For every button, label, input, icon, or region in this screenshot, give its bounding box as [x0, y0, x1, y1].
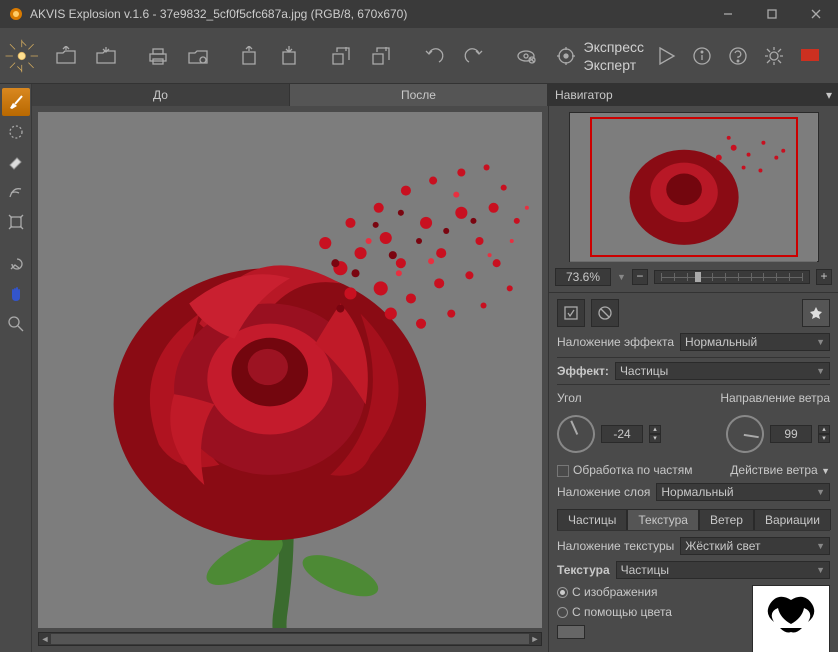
- texture-from-color-radio[interactable]: С помощью цвета: [557, 605, 744, 619]
- scrollbar-thumb[interactable]: [51, 634, 529, 644]
- top-toolbar: Экспресс Эксперт: [0, 28, 838, 84]
- open-button[interactable]: [48, 40, 84, 72]
- horizontal-scrollbar[interactable]: ◄ ►: [38, 632, 542, 646]
- spark-icon: [4, 32, 40, 80]
- print-button[interactable]: [140, 40, 176, 72]
- wind-action-label[interactable]: Действие ветра ▼: [730, 463, 830, 477]
- transform-tool[interactable]: [2, 208, 30, 236]
- panel-menu-icon[interactable]: ▾: [826, 88, 832, 102]
- texture-thumbnail[interactable]: [752, 585, 830, 652]
- batch-export-button[interactable]: [364, 40, 400, 72]
- scroll-left-arrow[interactable]: ◄: [39, 633, 51, 645]
- zoom-slider[interactable]: [654, 270, 810, 284]
- zoom-tool[interactable]: [2, 310, 30, 338]
- minimize-button[interactable]: [706, 0, 750, 28]
- zoom-value[interactable]: 73.6%: [555, 268, 611, 286]
- redo-button[interactable]: [456, 40, 492, 72]
- texture-overlay-label: Наложение текстуры: [557, 539, 674, 553]
- help-button[interactable]: [724, 42, 752, 70]
- save-button[interactable]: [88, 40, 124, 72]
- zoom-dropdown-icon[interactable]: ▼: [617, 272, 626, 282]
- scroll-right-arrow[interactable]: ►: [529, 633, 541, 645]
- maximize-button[interactable]: [750, 0, 794, 28]
- texture-color-swatch[interactable]: [557, 625, 585, 639]
- auto-settings-button[interactable]: [548, 40, 584, 72]
- tab-after[interactable]: После: [290, 84, 548, 106]
- effect-label: Эффект:: [557, 364, 609, 378]
- zoom-out-button[interactable]: −: [632, 269, 648, 285]
- navigator-viewport-frame[interactable]: [590, 117, 798, 257]
- partial-checkbox[interactable]: Обработка по частям: [557, 463, 693, 477]
- texture-label: Текстура: [557, 563, 610, 577]
- wind-dial[interactable]: [723, 412, 766, 455]
- run-button[interactable]: [652, 42, 680, 70]
- overlay-dropdown[interactable]: Нормальный▼: [680, 333, 830, 351]
- wind-up[interactable]: ▴: [818, 425, 830, 434]
- import-preset-button[interactable]: [232, 40, 268, 72]
- notifications-button[interactable]: [796, 42, 824, 70]
- before-after-tabs: До После: [32, 84, 548, 106]
- export-preset-button[interactable]: [272, 40, 308, 72]
- window-title: AKVIS Explosion v.1.6 - 37e9832_5cf0f5cf…: [30, 7, 706, 21]
- smudge-tool[interactable]: [2, 178, 30, 206]
- settings-subtabs: Частицы Текстура Ветер Вариации: [557, 509, 830, 531]
- left-toolbar: [0, 84, 32, 652]
- close-button[interactable]: [794, 0, 838, 28]
- texture-from-image-radio[interactable]: С изображения: [557, 585, 744, 599]
- undo-button[interactable]: [416, 40, 452, 72]
- eraser-tool[interactable]: [2, 148, 30, 176]
- texture-overlay-dropdown[interactable]: Жёсткий свет▼: [680, 537, 830, 555]
- presets-button[interactable]: [557, 299, 585, 327]
- canvas-image: [38, 112, 542, 628]
- batch-import-button[interactable]: [324, 40, 360, 72]
- navigator-panel-header: Навигатор ▾: [549, 84, 838, 106]
- export-button[interactable]: [180, 40, 216, 72]
- selection-tool[interactable]: [2, 118, 30, 146]
- brush-tool[interactable]: [2, 88, 30, 116]
- layer-blend-dropdown[interactable]: Нормальный▼: [656, 483, 830, 501]
- angle-value[interactable]: -24: [601, 425, 643, 443]
- angle-down[interactable]: ▾: [649, 434, 661, 443]
- subtab-wind[interactable]: Ветер: [699, 509, 754, 530]
- overlay-label: Наложение эффекта: [557, 335, 674, 349]
- wind-down[interactable]: ▾: [818, 434, 830, 443]
- angle-dial[interactable]: [551, 409, 601, 459]
- app-icon: [8, 6, 24, 22]
- angle-label: Угол: [557, 391, 582, 405]
- reset-button[interactable]: [591, 299, 619, 327]
- navigator-title: Навигатор: [555, 88, 613, 102]
- zoom-in-button[interactable]: +: [816, 269, 832, 285]
- preview-settings-button[interactable]: [508, 40, 544, 72]
- subtab-particles[interactable]: Частицы: [557, 509, 627, 530]
- mode-express[interactable]: Экспресс: [584, 39, 645, 55]
- tab-before[interactable]: До: [32, 84, 290, 106]
- random-button[interactable]: [802, 299, 830, 327]
- texture-dropdown[interactable]: Частицы▼: [616, 561, 830, 579]
- wind-direction-label: Направление ветра: [720, 391, 830, 405]
- subtab-variations[interactable]: Вариации: [754, 509, 831, 530]
- layer-blend-label: Наложение слоя: [557, 485, 650, 499]
- hand-tool[interactable]: [2, 280, 30, 308]
- info-button[interactable]: [688, 42, 716, 70]
- history-brush-tool[interactable]: [2, 250, 30, 278]
- settings-button[interactable]: [760, 42, 788, 70]
- subtab-texture[interactable]: Текстура: [627, 509, 699, 530]
- navigator-preview[interactable]: [569, 112, 819, 262]
- window-titlebar: AKVIS Explosion v.1.6 - 37e9832_5cf0f5cf…: [0, 0, 838, 28]
- mode-expert[interactable]: Эксперт: [584, 57, 645, 73]
- angle-up[interactable]: ▴: [649, 425, 661, 434]
- main-canvas[interactable]: [38, 112, 542, 628]
- effect-dropdown[interactable]: Частицы▼: [615, 362, 830, 380]
- wind-value[interactable]: 99: [770, 425, 812, 443]
